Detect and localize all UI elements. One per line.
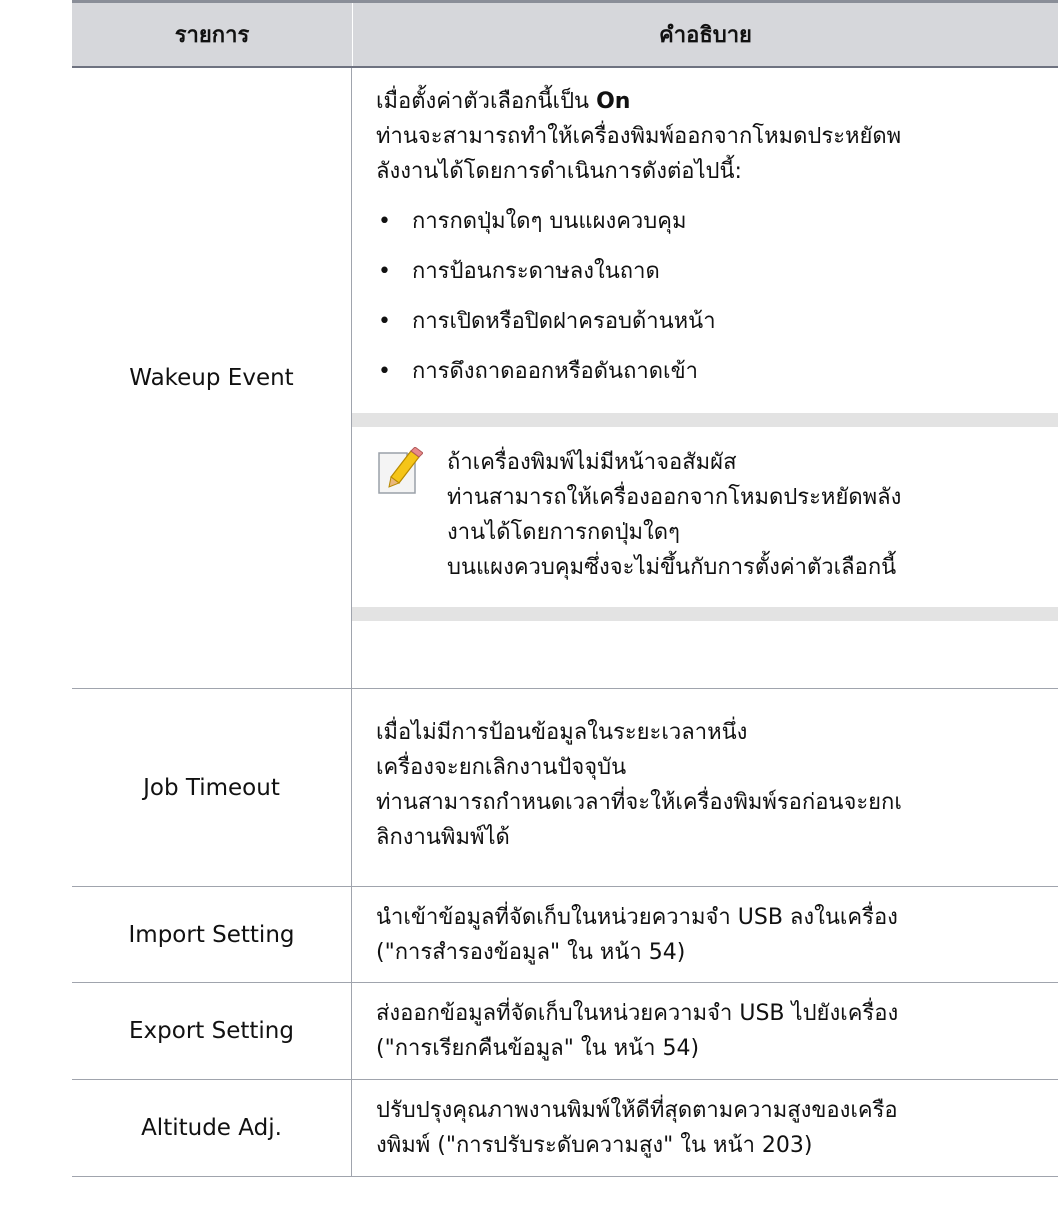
description-line: ปรับปรุงคุณภาพงานพิมพ์ให้ดีที่สุดตามความ… <box>376 1098 898 1123</box>
table-row: Altitude Adj. ปรับปรุงคุณภาพงานพิมพ์ให้ด… <box>72 1080 1058 1177</box>
note-line: บนแผงควบคุมซึ่งจะไม่ขึ้นกับการตั้งค่าตัว… <box>447 555 897 580</box>
description-cell: ปรับปรุงคุณภาพงานพิมพ์ให้ดีที่สุดตามความ… <box>352 1080 1058 1176</box>
description-line: ท่านสามารถกำหนดเวลาที่จะให้เครื่องพิมพ์ร… <box>376 790 902 815</box>
description-line: เครื่องจะยกเลิกงานปัจจุบัน <box>376 755 627 780</box>
note-line: ถ้าเครื่องพิมพ์ไม่มีหน้าจอสัมผัส <box>447 450 737 475</box>
bullet-icon: • <box>378 359 391 384</box>
description-cell: นำเข้าข้อมูลที่จัดเก็บในหน่วยความจำ USB … <box>352 887 1058 982</box>
list-item: • การป้อนกระดาษลงในถาด <box>376 254 1058 289</box>
list-item-text: การป้อนกระดาษลงในถาด <box>412 259 660 284</box>
table-row: Export Setting ส่งออกข้อมูลที่จัดเก็บในห… <box>72 983 1058 1080</box>
table-row: Import Setting นำเข้าข้อมูลที่จัดเก็บในห… <box>72 887 1058 983</box>
description-line: ลิกงานพิมพ์ได้ <box>376 825 510 850</box>
note-text: ถ้าเครื่องพิมพ์ไม่มีหน้าจอสัมผัส ท่านสาม… <box>447 445 1058 585</box>
list-item-text: การเปิดหรือปิดฝาครอบด้านหน้า <box>412 309 716 334</box>
note-box: ถ้าเครื่องพิมพ์ไม่มีหน้าจอสัมผัส ท่านสาม… <box>352 413 1058 621</box>
item-cell: Job Timeout <box>72 689 352 886</box>
description-line: ลังงานได้โดยการดำเนินการดังต่อไปนี้: <box>376 159 742 184</box>
table-row: Wakeup Event เมื่อตั้งค่าตัวเลือกนี้เป็น… <box>72 68 1058 689</box>
description-text: เมื่อตั้งค่าตัวเลือกนี้เป็น <box>376 89 597 114</box>
bullet-icon: • <box>378 209 391 234</box>
note-line: ท่านสามารถให้เครื่องออกจากโหมดประหยัดพลั… <box>447 485 902 510</box>
description-line: เมื่อไม่มีการป้อนข้อมูลในระยะเวลาหนึ่ง <box>376 720 748 745</box>
list-item: • การกดปุ่มใดๆ บนแผงควบคุม <box>376 204 1058 239</box>
description-line: ท่านจะสามารถทำให้เครื่องพิมพ์ออกจากโหมดป… <box>376 124 902 149</box>
description-line: นำเข้าข้อมูลที่จัดเก็บในหน่วยความจำ USB … <box>376 905 898 930</box>
note-pencil-icon <box>352 445 447 585</box>
settings-table: รายการ คำอธิบาย Wakeup Event เมื่อตั้งค่… <box>72 0 1058 1177</box>
description-cell: ส่งออกข้อมูลที่จัดเก็บในหน่วยความจำ USB … <box>352 983 1058 1079</box>
list-item-text: การดึงถาดออกหรือดันถาดเข้า <box>412 359 698 384</box>
bullet-icon: • <box>378 309 391 334</box>
description-cell: เมื่อไม่มีการป้อนข้อมูลในระยะเวลาหนึ่ง เ… <box>352 689 1058 886</box>
header-item: รายการ <box>72 3 353 66</box>
list-item: • การดึงถาดออกหรือดันถาดเข้า <box>376 354 1058 389</box>
description-cell: เมื่อตั้งค่าตัวเลือกนี้เป็น On ท่านจะสาม… <box>352 68 1058 688</box>
option-value: On <box>596 89 631 114</box>
note-line: งานได้โดยการกดปุ่มใดๆ <box>447 520 680 545</box>
table-row: Job Timeout เมื่อไม่มีการป้อนข้อมูลในระย… <box>72 689 1058 887</box>
table-header: รายการ คำอธิบาย <box>72 0 1058 68</box>
description-line: ("การเรียกคืนข้อมูล" ใน หน้า 54) <box>376 1036 700 1061</box>
description-line: ("การสำรองข้อมูล" ใน หน้า 54) <box>376 940 686 965</box>
list-item-text: การกดปุ่มใดๆ บนแผงควบคุม <box>412 209 687 234</box>
list-item: • การเปิดหรือปิดฝาครอบด้านหน้า <box>376 304 1058 339</box>
description-line: ส่งออกข้อมูลที่จัดเก็บในหน่วยความจำ USB … <box>376 1001 899 1026</box>
description-line: งพิมพ์ ("การปรับระดับความสูง" ใน หน้า 20… <box>376 1133 813 1158</box>
item-cell: Import Setting <box>72 887 352 982</box>
item-cell: Altitude Adj. <box>72 1080 352 1176</box>
header-description: คำอธิบาย <box>659 23 752 48</box>
description-line: เมื่อตั้งค่าตัวเลือกนี้เป็น On <box>376 84 1058 119</box>
item-cell: Export Setting <box>72 983 352 1079</box>
item-cell: Wakeup Event <box>72 68 352 688</box>
bullet-icon: • <box>378 259 391 284</box>
